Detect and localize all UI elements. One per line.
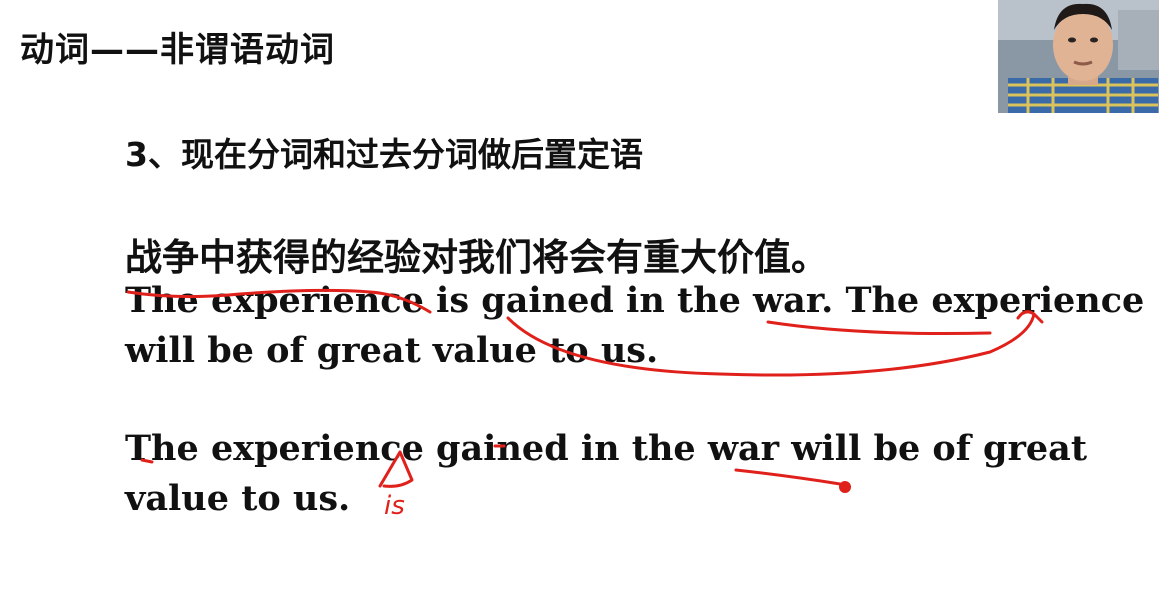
presenter-video-icon	[998, 0, 1159, 113]
section-heading: 3、现在分词和过去分词做后置定语	[125, 135, 643, 174]
slide-title: 动词——非谓语动词	[20, 30, 335, 70]
original-sentence-line-1: The experience is gained in the war. The…	[125, 280, 1145, 321]
slide: 动词——非谓语动词 3、现在分词和过去分词做后置定语 战争中获得的经验对我们将会…	[0, 0, 1159, 598]
rewritten-sentence-line-1: The experience gained in the war will be…	[125, 428, 1088, 469]
chinese-sentence: 战争中获得的经验对我们将会有重大价值。	[125, 236, 828, 279]
dot-mark	[839, 481, 851, 493]
rewritten-sentence-line-2: value to us.	[125, 478, 351, 519]
original-sentence-line-2: will be of great value to us.	[125, 330, 659, 371]
handwritten-note: is	[384, 491, 405, 521]
underline-mark	[734, 468, 842, 486]
underline-mark	[766, 320, 992, 336]
presenter-video	[998, 0, 1159, 113]
